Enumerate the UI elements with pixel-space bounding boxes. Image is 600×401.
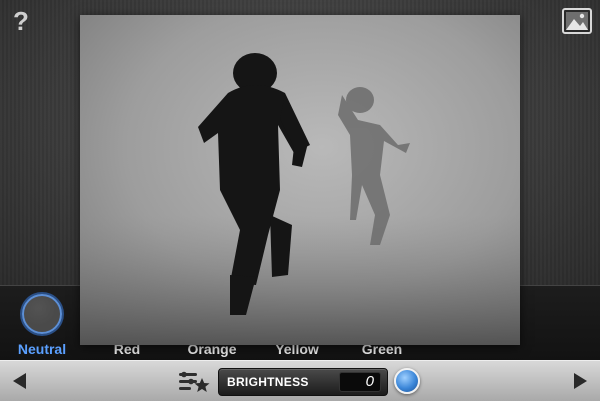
next-button[interactable]	[570, 371, 590, 391]
left-arrow-icon	[13, 373, 26, 389]
right-arrow-icon	[574, 373, 587, 389]
image-gallery-icon	[562, 8, 592, 34]
favorites-button[interactable]	[178, 369, 212, 395]
gallery-button[interactable]	[562, 8, 592, 34]
photo-preview[interactable]	[80, 15, 520, 345]
help-button[interactable]: ?	[8, 6, 34, 36]
bottom-toolbar: BRIGHTNESS 0	[0, 360, 600, 401]
adjustment-name: BRIGHTNESS	[227, 375, 309, 389]
sliders-star-icon	[179, 371, 210, 392]
foggy-photo	[80, 15, 520, 345]
filter-label: Neutral	[17, 341, 67, 357]
filter-neutral[interactable]: Neutral	[0, 294, 84, 358]
adjustment-value: 0	[365, 373, 374, 390]
question-icon: ?	[13, 6, 29, 36]
neutral-swatch	[22, 294, 62, 334]
adjustment-dial[interactable]	[394, 368, 420, 394]
adjustment-value-box: 0	[339, 372, 381, 392]
adjustment-readout[interactable]: BRIGHTNESS 0	[218, 368, 388, 396]
previous-button[interactable]	[10, 371, 30, 391]
